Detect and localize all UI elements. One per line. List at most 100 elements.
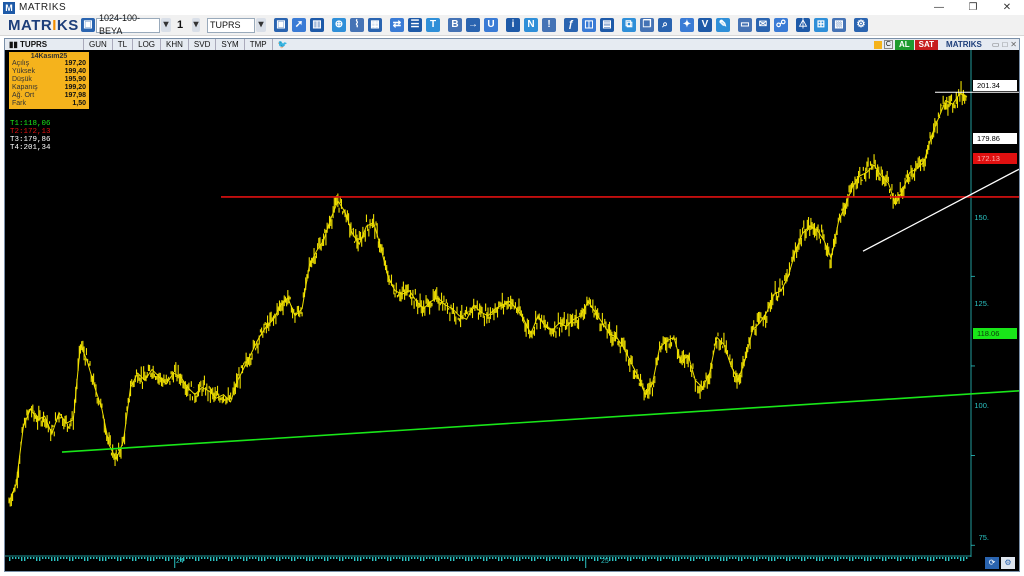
chart-type-icon[interactable]: ▥ [310, 18, 324, 32]
grid-icon[interactable]: ⊞ [814, 18, 828, 32]
x-axis-tick [663, 557, 665, 559]
x-axis-tick [351, 557, 353, 559]
panel-minimize-icon[interactable]: ▭ [992, 40, 1000, 49]
panel-close-icon[interactable]: ✕ [1010, 40, 1017, 49]
alert-icon[interactable]: ! [542, 18, 556, 32]
x-axis-tick [384, 557, 386, 559]
x-axis-tick [618, 557, 620, 559]
x-axis-tick [882, 557, 884, 561]
x-axis-tick [375, 557, 377, 561]
minimize-button[interactable]: — [922, 0, 956, 15]
x-axis-tick [435, 557, 437, 561]
x-axis-tick [240, 557, 242, 559]
x-axis-tick [942, 557, 944, 559]
price-line [8, 92, 968, 503]
symbol-select[interactable]: TUPRS [207, 17, 255, 33]
save-icon[interactable]: ▣ [274, 18, 288, 32]
restore-button[interactable]: ❐ [956, 0, 990, 15]
save-icon[interactable]: ▣ [81, 18, 95, 32]
x-axis-tick [426, 557, 428, 559]
x-axis-tick [657, 557, 659, 561]
x-axis-tick [963, 557, 965, 561]
sign-icon[interactable]: ☍ [774, 18, 788, 32]
screen-icon[interactable]: ▭ [738, 18, 752, 32]
x-axis-tick [522, 557, 524, 559]
data-icon[interactable]: ◫ [582, 18, 596, 32]
chart-options-button[interactable]: ⚙ [1001, 557, 1015, 569]
x-axis-tick [366, 557, 368, 559]
calc-icon[interactable]: ▧ [832, 18, 846, 32]
v-icon[interactable]: V [698, 18, 712, 32]
x-axis-tick [363, 557, 365, 559]
list-icon[interactable]: ☰ [408, 18, 422, 32]
panel-maximize-icon[interactable]: □ [1002, 40, 1007, 49]
chart-panel: ▮▮ TUPRS GUN TL LOG KHN SVD SYM TMP 🐦 C … [4, 38, 1020, 572]
zoom-icon[interactable]: ⊕ [332, 18, 346, 32]
x-axis-tick [348, 557, 350, 559]
x-axis-tick [324, 557, 326, 561]
mail-icon[interactable]: ✉ [756, 18, 770, 32]
cursor-icon[interactable]: ➚ [292, 18, 306, 32]
table-icon[interactable]: ▤ [600, 18, 614, 32]
tab-tmp[interactable]: TMP [243, 39, 272, 50]
x-axis-tick [675, 557, 677, 561]
settings-icon[interactable]: ⚙ [854, 18, 868, 32]
chart-symbol: ▮▮ TUPRS [9, 40, 48, 49]
indicator-icon[interactable]: ⌇ [350, 18, 364, 32]
x-axis-tick [525, 557, 527, 559]
x-axis-tick [138, 557, 140, 559]
x-axis-tick [381, 557, 383, 559]
layout-icon[interactable]: ▦ [368, 18, 382, 32]
x-axis-tick [516, 557, 518, 561]
tab-log[interactable]: LOG [132, 39, 160, 50]
x-axis-tick [429, 557, 431, 559]
bell-icon[interactable]: ⏃ [796, 18, 810, 32]
x-axis-tick [495, 557, 497, 559]
bird-icon[interactable]: ✦ [680, 18, 694, 32]
info-icon[interactable]: i [506, 18, 520, 32]
text-icon[interactable]: T [426, 18, 440, 32]
arrow-icon[interactable]: → [466, 18, 480, 32]
x-axis-tick [804, 557, 806, 561]
tab-gun[interactable]: GUN [83, 39, 112, 50]
x-axis-tick [897, 557, 899, 561]
x-axis-tick [786, 557, 788, 561]
c-button[interactable]: C [883, 40, 893, 49]
search-icon[interactable]: ⌕ [658, 18, 672, 32]
x-axis-tick [327, 557, 329, 561]
layout-dropdown-icon[interactable]: ▾ [161, 18, 171, 32]
twitter-icon[interactable]: 🐦 [271, 39, 293, 50]
x-axis-tick [738, 557, 740, 561]
chart-refresh-button[interactable]: ⟳ [985, 557, 999, 569]
price-chart[interactable] [5, 50, 1019, 571]
bold-icon[interactable]: B [448, 18, 462, 32]
window-number: 1 [177, 18, 184, 31]
layout-select[interactable]: 1024-100-BEYA [96, 13, 160, 36]
copy-icon[interactable]: ⧉ [622, 18, 636, 32]
x-axis-tick [18, 557, 20, 559]
x-axis-tick [927, 557, 929, 561]
window-icon[interactable]: ❐ [640, 18, 654, 32]
u-icon[interactable]: U [484, 18, 498, 32]
x-axis-tick [312, 557, 314, 561]
pin-icon[interactable] [873, 40, 882, 49]
tab-svd[interactable]: SVD [187, 39, 215, 50]
panel-brand: MATRIKS [946, 40, 982, 49]
close-button[interactable]: ✕ [990, 0, 1024, 15]
x-axis-tick [579, 557, 581, 561]
buy-button[interactable]: AL [894, 39, 914, 50]
fx-icon[interactable]: ƒ [564, 18, 578, 32]
x-axis-tick [534, 557, 536, 561]
window-number-dropdown-icon[interactable]: ▾ [192, 18, 200, 32]
x-axis-tick [537, 557, 539, 559]
compare-icon[interactable]: ⇄ [390, 18, 404, 32]
x-axis-tick [267, 557, 269, 559]
symbol-dropdown-icon[interactable]: ▾ [256, 18, 266, 32]
x-axis-tick [576, 557, 578, 559]
pencil-icon[interactable]: ✎ [716, 18, 730, 32]
sell-button[interactable]: SAT [914, 39, 939, 50]
news-icon[interactable]: N [524, 18, 538, 32]
tab-tl[interactable]: TL [111, 39, 132, 50]
tab-khn[interactable]: KHN [160, 39, 188, 50]
tab-sym[interactable]: SYM [215, 39, 243, 50]
